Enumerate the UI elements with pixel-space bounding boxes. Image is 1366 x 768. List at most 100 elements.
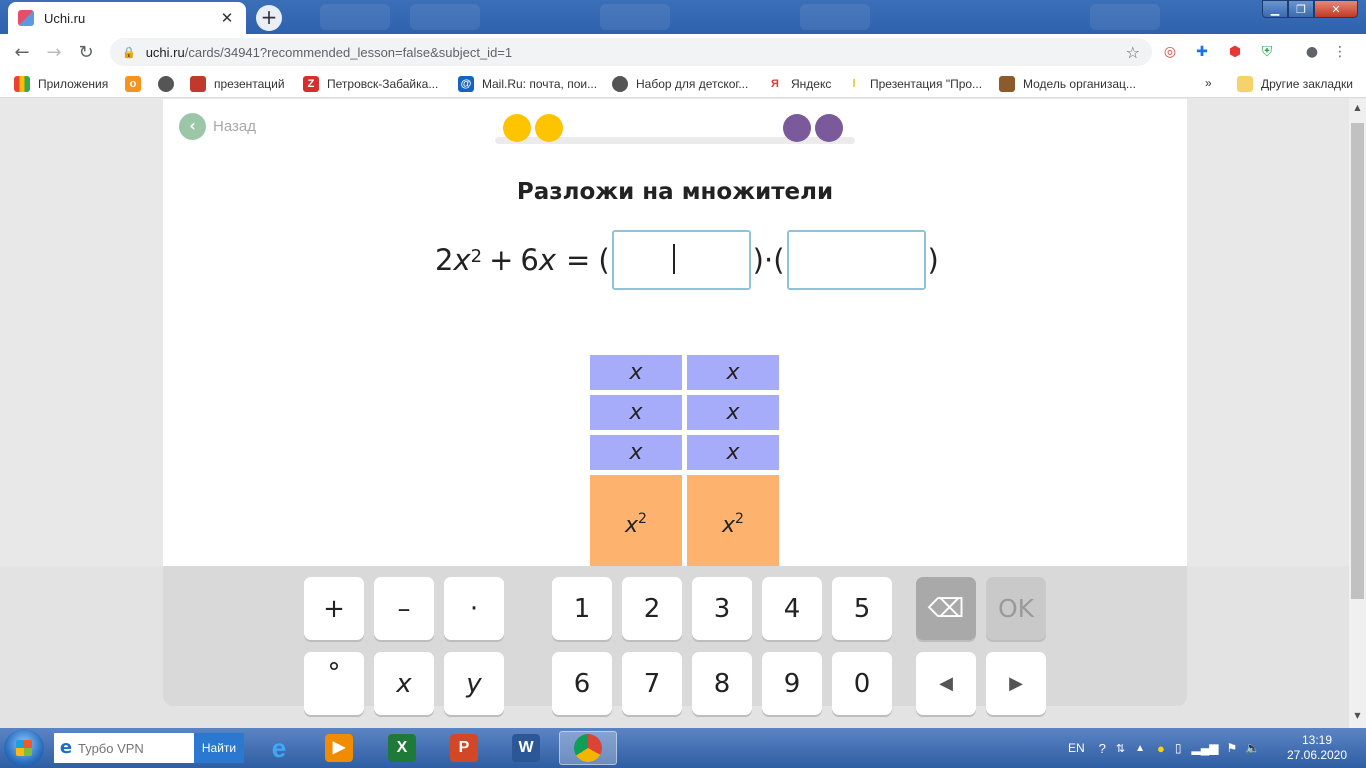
key-6[interactable]: 6 bbox=[552, 652, 612, 715]
forward-arrow-icon[interactable]: → bbox=[38, 42, 70, 63]
paren-close: ) bbox=[752, 243, 764, 277]
background-decoration bbox=[320, 4, 390, 30]
menu-kebab-icon[interactable]: ⋮ bbox=[1330, 42, 1350, 62]
key-2[interactable]: 2 bbox=[622, 577, 682, 640]
shield-extension-icon[interactable]: ⛨ bbox=[1257, 42, 1277, 62]
url-text: uchi.ru/cards/34941?recommended_lesson=f… bbox=[146, 45, 1126, 60]
bookmark-apps[interactable]: Приложения bbox=[14, 76, 108, 92]
key-1[interactable]: 1 bbox=[552, 577, 612, 640]
cursor-right-button[interactable]: ▶ bbox=[986, 652, 1046, 715]
address-bar[interactable]: 🔒 uchi.ru/cards/34941?recommended_lesson… bbox=[110, 38, 1152, 66]
target-extension-icon[interactable]: ◎ bbox=[1160, 42, 1180, 62]
scroll-thumb[interactable] bbox=[1351, 123, 1364, 599]
key-3[interactable]: 3 bbox=[692, 577, 752, 640]
bookmarks-overflow[interactable]: » bbox=[1205, 76, 1212, 90]
backspace-icon: ⌫ bbox=[927, 593, 965, 624]
taskbar-search[interactable]: e Найти bbox=[54, 733, 244, 763]
minimize-button[interactable]: ▁ bbox=[1262, 0, 1288, 18]
key-7[interactable]: 7 bbox=[622, 652, 682, 715]
tile-var: x bbox=[625, 512, 639, 538]
bookmark-other[interactable]: Другие закладки bbox=[1237, 76, 1353, 92]
taskbar-media-player[interactable]: ▶ bbox=[310, 731, 368, 765]
taskbar-ie[interactable]: e bbox=[250, 731, 308, 765]
yandex-icon: Я bbox=[767, 76, 783, 92]
folder-icon bbox=[1237, 76, 1253, 92]
progress-dot-done bbox=[535, 114, 563, 142]
answer-input-2[interactable] bbox=[786, 230, 926, 290]
chevron-left-icon: ‹ bbox=[179, 113, 206, 140]
tile-x: x bbox=[687, 355, 779, 390]
browser-tab[interactable]: Uchi.ru ✕ bbox=[8, 2, 246, 34]
taskbar-search-button[interactable]: Найти bbox=[194, 733, 244, 763]
network-switch-icon[interactable]: ⇅ bbox=[1116, 742, 1125, 755]
tray-expand-icon[interactable]: ▲ bbox=[1135, 743, 1145, 754]
tab-close-icon[interactable]: ✕ bbox=[218, 9, 236, 27]
taskbar-word[interactable]: W bbox=[497, 731, 555, 765]
taskbar-clock[interactable]: 13:19 27.06.2020 bbox=[1282, 733, 1352, 763]
answer-input-1[interactable] bbox=[611, 230, 751, 290]
key-y[interactable]: y bbox=[444, 652, 504, 715]
language-indicator[interactable]: EN bbox=[1068, 741, 1085, 755]
cursor-left-button[interactable]: ◀ bbox=[916, 652, 976, 715]
scroll-down-icon[interactable]: ▼ bbox=[1349, 711, 1366, 720]
back-arrow-icon[interactable]: ← bbox=[6, 42, 38, 63]
bookmark-star-icon[interactable]: ☆ bbox=[1126, 43, 1140, 62]
battery-icon[interactable]: ▯ bbox=[1175, 741, 1182, 755]
vpn-tray-icon[interactable]: ● bbox=[1157, 741, 1165, 756]
bookmark-label: презентаций bbox=[214, 77, 285, 91]
lock-icon: 🔒 bbox=[122, 45, 136, 59]
key-8[interactable]: 8 bbox=[692, 652, 752, 715]
apps-grid-icon bbox=[14, 76, 30, 92]
key-5[interactable]: 5 bbox=[832, 577, 892, 640]
excel-icon: X bbox=[388, 734, 416, 762]
bookmark-yandex[interactable]: Я Яндекс bbox=[767, 76, 831, 92]
key-multiply-dot[interactable]: · bbox=[444, 577, 504, 640]
multiply-dot: · bbox=[763, 243, 774, 277]
key-x[interactable]: x bbox=[374, 652, 434, 715]
bookmark-presentations[interactable]: презентаций bbox=[190, 76, 285, 92]
start-button[interactable] bbox=[4, 729, 44, 767]
help-icon[interactable]: ? bbox=[1099, 741, 1106, 756]
bookmark-petrovsk[interactable]: Z Петровск-Забайка... bbox=[303, 76, 438, 92]
reload-icon[interactable]: ↻ bbox=[70, 42, 102, 63]
tile-x: x bbox=[590, 435, 682, 470]
volume-icon[interactable]: 🔈 bbox=[1245, 741, 1260, 755]
bookmark-label: Mail.Ru: почта, пои... bbox=[482, 77, 598, 91]
profile-icon[interactable]: ● bbox=[1302, 42, 1322, 62]
back-button[interactable]: ‹ Назад bbox=[179, 113, 256, 140]
key-plus[interactable]: + bbox=[304, 577, 364, 640]
new-tab-button[interactable]: + bbox=[256, 5, 282, 31]
bookmark-model[interactable]: Модель организац... bbox=[999, 76, 1136, 92]
flag-icon[interactable]: ⚑ bbox=[1226, 741, 1237, 755]
tile-power: 2 bbox=[735, 511, 744, 527]
bookmark-globe[interactable] bbox=[158, 76, 182, 92]
scroll-up-icon[interactable]: ▲ bbox=[1349, 103, 1366, 112]
key-degree[interactable]: ° bbox=[304, 652, 364, 715]
taskbar-chrome[interactable] bbox=[559, 731, 617, 765]
bookmark-odnoklassniki[interactable]: о bbox=[125, 76, 149, 92]
globe-icon bbox=[612, 76, 628, 92]
signal-icon[interactable]: ▂▄▆ bbox=[1192, 741, 1219, 755]
taskbar-excel[interactable]: X bbox=[373, 731, 431, 765]
page-scrollbar[interactable]: ▲ ▼ bbox=[1349, 99, 1366, 728]
close-window-button[interactable]: ✕ bbox=[1314, 0, 1358, 18]
puzzle-extension-icon[interactable]: ✚ bbox=[1192, 42, 1212, 62]
taskbar-search-input[interactable] bbox=[78, 733, 194, 763]
bookmark-mailru[interactable]: @ Mail.Ru: почта, пои... bbox=[458, 76, 597, 92]
paren-close: ) bbox=[927, 243, 939, 277]
key-4[interactable]: 4 bbox=[762, 577, 822, 640]
bookmark-kids-set[interactable]: Набор для детског... bbox=[612, 76, 748, 92]
ok-button[interactable]: OK bbox=[986, 577, 1046, 640]
maximize-button[interactable]: ❐ bbox=[1288, 0, 1314, 18]
taskbar-powerpoint[interactable]: P bbox=[435, 731, 493, 765]
key-0[interactable]: 0 bbox=[832, 652, 892, 715]
bookmark-label: Модель организац... bbox=[1023, 77, 1136, 91]
pencil-icon: ǀ bbox=[846, 76, 862, 92]
backspace-button[interactable]: ⌫ bbox=[916, 577, 976, 640]
bookmark-presentation-pro[interactable]: ǀ Презентация "Про... bbox=[846, 76, 982, 92]
bookmark-label: Петровск-Забайка... bbox=[327, 77, 439, 91]
key-minus[interactable]: – bbox=[374, 577, 434, 640]
adblock-extension-icon[interactable]: ⬢ bbox=[1225, 42, 1245, 62]
math-keypad: + – · 1 2 3 4 5 ⌫ OK ° x y 6 7 8 9 0 ◀ ▶ bbox=[0, 566, 1349, 728]
key-9[interactable]: 9 bbox=[762, 652, 822, 715]
